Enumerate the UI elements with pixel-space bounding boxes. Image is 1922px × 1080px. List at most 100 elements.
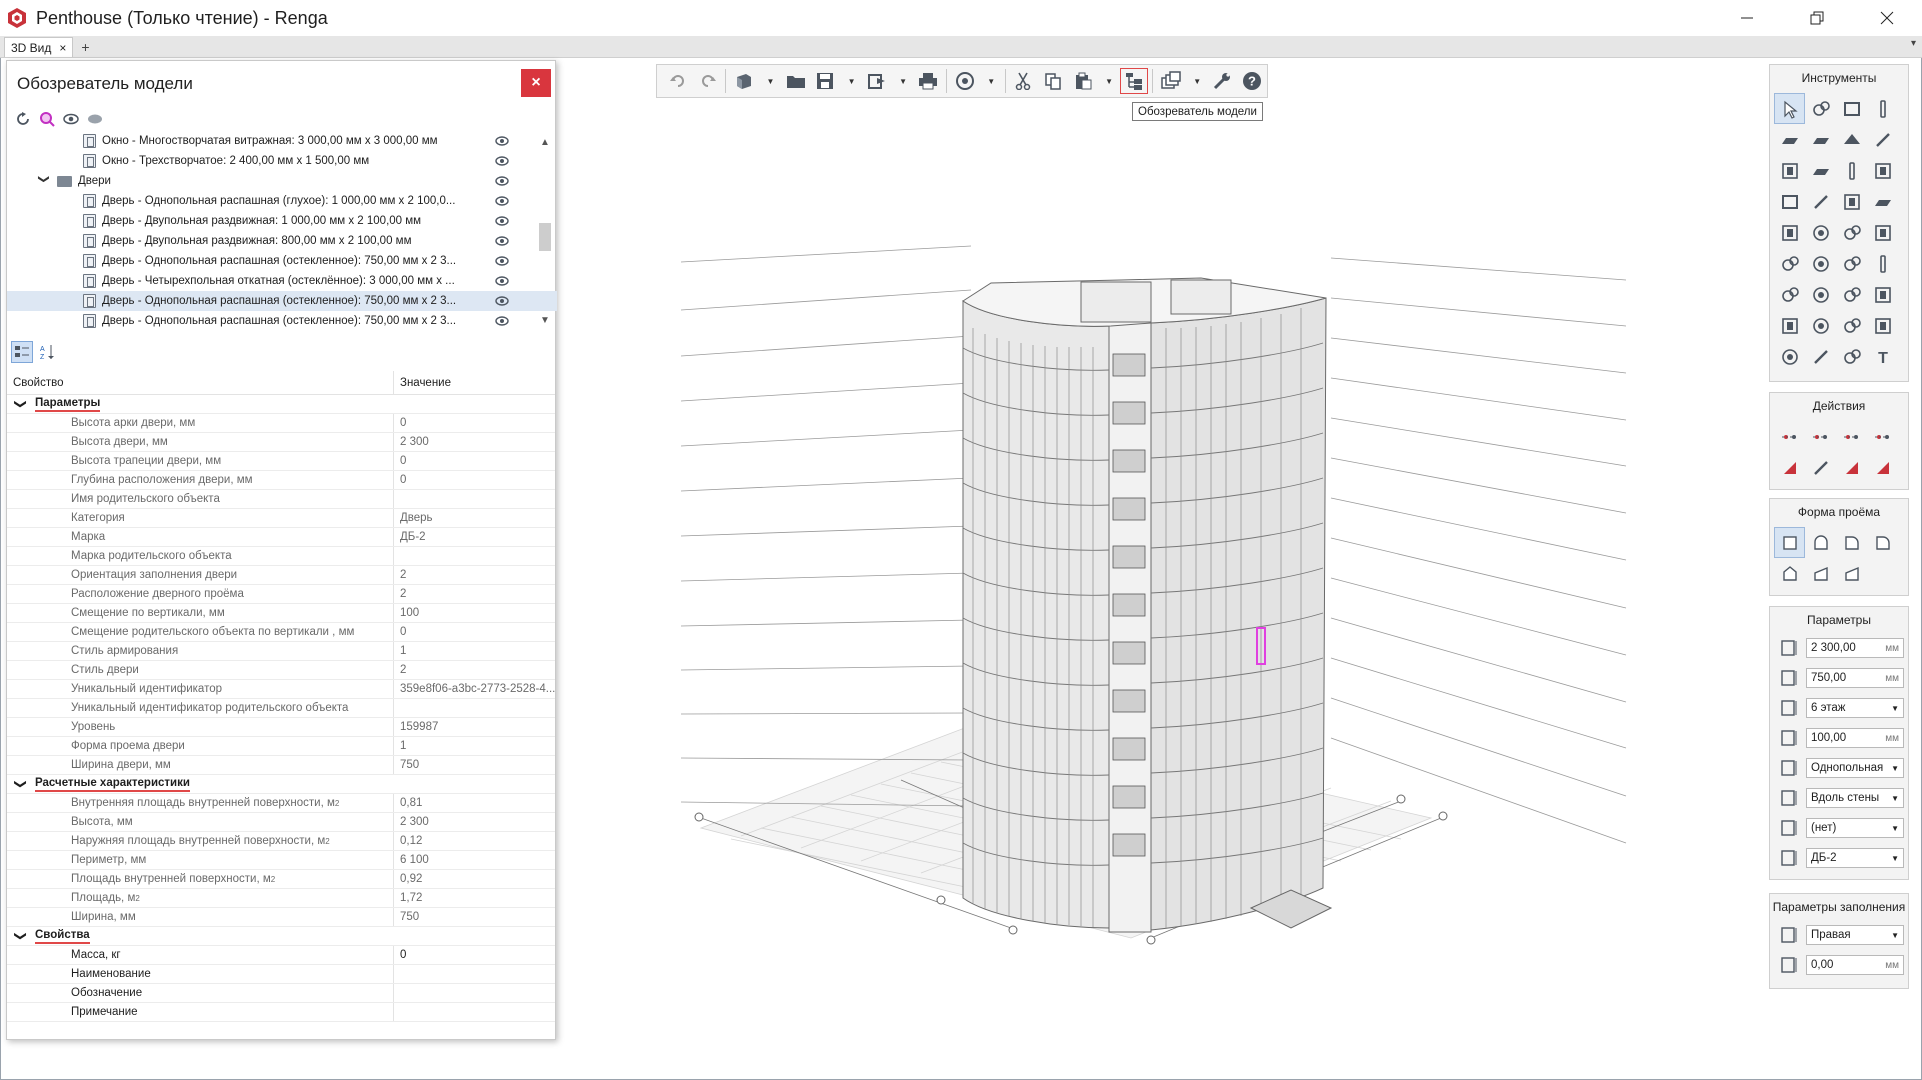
export-dropdown[interactable]: ▼ xyxy=(892,67,914,95)
parameter-input[interactable]: 750,00 мм xyxy=(1806,668,1904,688)
eye-icon[interactable] xyxy=(495,274,509,288)
tree-item[interactable]: Дверь - Однопольная распашная (остекленн… xyxy=(7,291,557,311)
eye-icon[interactable] xyxy=(495,174,509,188)
property-value[interactable] xyxy=(394,965,555,983)
refresh-button[interactable] xyxy=(15,111,31,127)
tool-21-icon[interactable] xyxy=(1774,248,1805,279)
tree-item[interactable]: Дверь - Двупольная раздвижная: 1 000,00 … xyxy=(7,211,557,231)
tool-29-icon[interactable] xyxy=(1774,310,1805,341)
action-7-icon[interactable] xyxy=(1836,452,1867,483)
eye-icon[interactable] xyxy=(495,134,509,148)
action-6-icon[interactable] xyxy=(1805,452,1836,483)
tree-item[interactable]: Дверь - Однопольная распашная (глухое): … xyxy=(7,191,557,211)
tab-3d-view[interactable]: 3D Вид × xyxy=(4,37,74,57)
tool-10-icon[interactable] xyxy=(1805,155,1836,186)
tool-1-icon[interactable] xyxy=(1774,93,1805,124)
property-row[interactable]: Масса, кг 0 xyxy=(7,946,555,965)
tool-36-icon[interactable]: T xyxy=(1867,341,1898,372)
property-group[interactable]: ❯ Расчетные характеристики xyxy=(7,775,555,794)
eye-icon[interactable] xyxy=(495,234,509,248)
parameter-select[interactable]: (нет) ▼ xyxy=(1806,818,1904,838)
tool-18-icon[interactable] xyxy=(1805,217,1836,248)
eye-icon[interactable] xyxy=(495,214,509,228)
chevron-down-icon[interactable]: ▼ xyxy=(1891,931,1899,940)
paste-dropdown[interactable]: ▼ xyxy=(1098,67,1120,95)
tool-5-icon[interactable] xyxy=(1774,124,1805,155)
redo-button[interactable] xyxy=(693,67,723,95)
tool-34-icon[interactable] xyxy=(1805,341,1836,372)
property-value[interactable] xyxy=(394,984,555,1002)
tool-13-icon[interactable] xyxy=(1774,186,1805,217)
tool-11-icon[interactable] xyxy=(1836,155,1867,186)
opening-shape-1-icon[interactable] xyxy=(1774,527,1805,558)
tree-scrollbar[interactable]: ▲ ▼ xyxy=(535,133,555,329)
group-by-category-button[interactable] xyxy=(11,341,33,363)
tool-20-icon[interactable] xyxy=(1867,217,1898,248)
action-8-icon[interactable] xyxy=(1867,452,1898,483)
chevron-down-icon[interactable]: ▼ xyxy=(1891,704,1899,713)
tool-7-icon[interactable] xyxy=(1836,124,1867,155)
eye-icon[interactable] xyxy=(495,194,509,208)
eye-icon[interactable] xyxy=(495,314,509,328)
tool-4-icon[interactable] xyxy=(1867,93,1898,124)
scroll-thumb[interactable] xyxy=(539,223,551,251)
print-button[interactable] xyxy=(913,67,943,95)
settings-button[interactable] xyxy=(1208,67,1238,95)
tool-26-icon[interactable] xyxy=(1805,279,1836,310)
action-1-icon[interactable] xyxy=(1774,421,1805,452)
save-button[interactable] xyxy=(811,67,841,95)
tree-item[interactable]: Дверь - Двупольная раздвижная: 800,00 мм… xyxy=(7,231,557,251)
views-dropdown[interactable]: ▼ xyxy=(1186,67,1208,95)
copy-button[interactable] xyxy=(1038,67,1068,95)
tool-23-icon[interactable] xyxy=(1836,248,1867,279)
tool-32-icon[interactable] xyxy=(1867,310,1898,341)
views-button[interactable] xyxy=(1156,67,1186,95)
tool-8-icon[interactable] xyxy=(1867,124,1898,155)
restore-button[interactable] xyxy=(1782,0,1852,36)
tree-item[interactable]: Дверь - Однопольная распашная (остекленн… xyxy=(7,311,557,331)
tool-2-icon[interactable] xyxy=(1805,93,1836,124)
opening-shape-5-icon[interactable] xyxy=(1774,558,1805,589)
chevron-down-icon[interactable]: ▼ xyxy=(1891,854,1899,863)
tool-19-icon[interactable] xyxy=(1836,217,1867,248)
fill-parameter-select[interactable]: Правая ▼ xyxy=(1806,925,1904,945)
help-button[interactable]: ? xyxy=(1237,67,1267,95)
eye-icon[interactable] xyxy=(495,294,509,308)
action-3-icon[interactable] xyxy=(1836,421,1867,452)
property-value[interactable] xyxy=(394,1003,555,1021)
chevron-down-icon[interactable]: ▼ xyxy=(1891,824,1899,833)
opening-shape-3-icon[interactable] xyxy=(1836,527,1867,558)
tree-item[interactable]: Окно - Трехстворчатое: 2 400,00 мм x 1 5… xyxy=(7,151,557,171)
view-cube-dropdown[interactable]: ▼ xyxy=(759,67,781,95)
tool-33-icon[interactable] xyxy=(1774,341,1805,372)
show-all-button[interactable] xyxy=(63,111,79,127)
fill-parameter-input[interactable]: 0,00 мм xyxy=(1806,955,1904,975)
tool-24-icon[interactable] xyxy=(1867,248,1898,279)
parameter-input[interactable]: 100,00 мм xyxy=(1806,728,1904,748)
cloud-sync-button[interactable] xyxy=(950,67,980,95)
tool-22-icon[interactable] xyxy=(1805,248,1836,279)
eye-icon[interactable] xyxy=(495,154,509,168)
tool-14-icon[interactable] xyxy=(1805,186,1836,217)
chevron-down-icon[interactable]: ❯ xyxy=(14,390,28,418)
cloud-sync-dropdown[interactable]: ▼ xyxy=(980,67,1002,95)
tree-item[interactable]: Дверь - Однопольная распашная (остекленн… xyxy=(7,251,557,271)
open-button[interactable] xyxy=(781,67,811,95)
tool-15-icon[interactable] xyxy=(1836,186,1867,217)
scroll-down-icon[interactable]: ▼ xyxy=(538,313,552,327)
highlight-selected-button[interactable] xyxy=(39,111,55,127)
tool-17-icon[interactable] xyxy=(1774,217,1805,248)
opening-shape-6-icon[interactable] xyxy=(1805,558,1836,589)
tree-item[interactable]: Окно - Многостворчатая витражная: 3 000,… xyxy=(7,131,557,151)
opening-shape-2-icon[interactable] xyxy=(1805,527,1836,558)
tool-12-icon[interactable] xyxy=(1867,155,1898,186)
chevron-down-icon[interactable]: ❯ xyxy=(14,922,28,950)
property-row[interactable]: Примечание xyxy=(7,1003,555,1022)
tool-27-icon[interactable] xyxy=(1836,279,1867,310)
tab-close-icon[interactable]: × xyxy=(59,41,66,55)
tool-3-icon[interactable] xyxy=(1836,93,1867,124)
property-row[interactable]: Обозначение xyxy=(7,984,555,1003)
minimize-button[interactable] xyxy=(1712,0,1782,36)
action-4-icon[interactable] xyxy=(1867,421,1898,452)
export-button[interactable] xyxy=(862,67,892,95)
